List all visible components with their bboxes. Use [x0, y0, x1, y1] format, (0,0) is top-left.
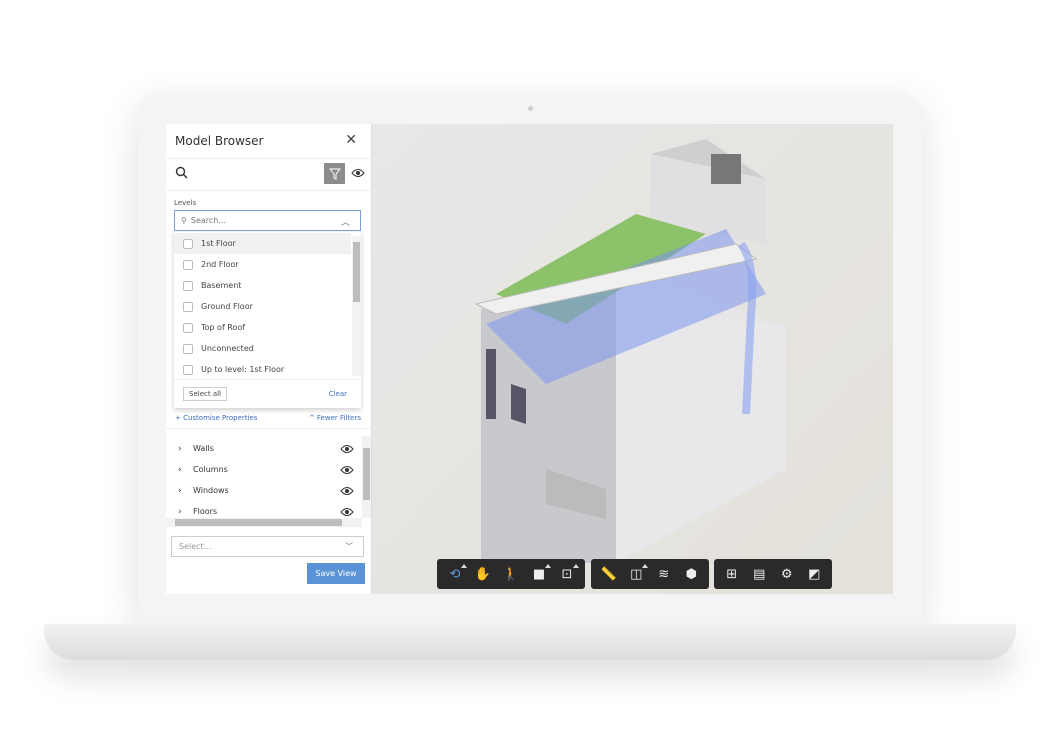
layers-icon[interactable]: ≋ [651, 567, 677, 582]
level-label: Ground Floor [201, 302, 253, 311]
scrollbar-thumb[interactable] [353, 242, 360, 302]
filter-icon [328, 168, 341, 180]
tree-item-walls[interactable]: › Walls [166, 438, 362, 459]
levels-scrollbar[interactable] [352, 236, 361, 376]
checkbox[interactable] [183, 280, 193, 291]
level-label: 2nd Floor [201, 260, 239, 269]
chevron-up-icon[interactable]: ︿ [341, 215, 350, 228]
view-select-placeholder: Select... [179, 542, 212, 551]
checkbox[interactable] [183, 301, 193, 312]
checkbox[interactable] [183, 364, 193, 375]
laptop-base [44, 624, 1016, 660]
chevron-right-icon[interactable]: › [178, 465, 190, 475]
filter-button[interactable] [324, 163, 345, 184]
fullscreen-icon[interactable]: ◩ [801, 567, 827, 582]
level-option[interactable]: Basement [174, 275, 351, 296]
chevron-right-icon[interactable]: › [178, 444, 190, 454]
close-icon[interactable]: ✕ [345, 132, 357, 148]
settings-toolbar: ⊞ ▤ ⚙ ◩ [714, 559, 832, 589]
level-option[interactable]: Up to level: 1st Floor [174, 359, 351, 380]
orbit-icon[interactable]: ⟲ [442, 563, 468, 582]
fewer-filters-link[interactable]: ^ Fewer Filters [309, 414, 361, 422]
visibility-eye-icon[interactable] [340, 486, 354, 496]
tree-item-label: Windows [193, 486, 229, 495]
divider [166, 428, 372, 429]
first-person-icon[interactable]: 🚶 [498, 567, 524, 582]
level-label: Top of Roof [201, 323, 246, 332]
laptop-camera [528, 106, 533, 111]
model-browser-panel: Model Browser ✕ Levels ⚲ Search... ︿ 1st F… [166, 124, 372, 594]
visibility-eye-icon[interactable] [340, 507, 354, 517]
level-option[interactable]: Ground Floor [174, 296, 351, 317]
pan-hand-icon[interactable]: ✋ [470, 567, 496, 582]
level-option[interactable]: 2nd Floor [174, 254, 351, 275]
level-label: 1st Floor [201, 239, 236, 248]
explode-model-icon[interactable]: ⬢ [678, 567, 704, 582]
viewer-screen: Model Browser ✕ Levels ⚲ Search... ︿ 1st F… [166, 124, 893, 594]
tree-item-label: Columns [193, 465, 228, 474]
clear-button[interactable]: Clear [329, 390, 347, 398]
dropdown-footer: Select all Clear [174, 379, 361, 408]
level-label: Unconnected [201, 344, 254, 353]
view-select[interactable]: Select... ﹀ [171, 536, 364, 557]
settings-gear-icon[interactable]: ⚙ [774, 567, 800, 582]
customise-properties-link[interactable]: + Customise Properties [175, 414, 257, 422]
checkbox[interactable] [183, 343, 193, 354]
search-icon: ⚲ [181, 216, 187, 225]
tree-item-columns[interactable]: › Columns [166, 459, 362, 480]
divider [166, 190, 372, 191]
tree-item-label: Floors [193, 507, 218, 516]
fit-view-icon[interactable]: ⊡ [554, 563, 580, 582]
level-option[interactable]: Unconnected [174, 338, 351, 359]
search-icon[interactable] [175, 166, 189, 180]
levels-search-placeholder: Search... [190, 216, 226, 225]
divider [166, 158, 372, 159]
checkbox[interactable] [183, 322, 193, 333]
scrollbar-thumb[interactable] [175, 519, 342, 526]
levels-label: Levels [174, 199, 197, 207]
level-label: Up to level: 1st Floor [201, 365, 285, 374]
tree-item-windows[interactable]: › Windows [166, 480, 362, 501]
visibility-eye-icon[interactable] [351, 168, 365, 178]
select-all-button[interactable]: Select all [183, 387, 227, 401]
model-tools-toolbar: 📏 ◫ ≋ ⬢ [591, 559, 709, 589]
chevron-down-icon: ﹀ [345, 542, 353, 551]
level-option[interactable]: Top of Roof [174, 317, 351, 338]
panel-title: Model Browser [175, 134, 264, 148]
tree-horizontal-scrollbar[interactable] [166, 518, 362, 527]
navigation-toolbar: ⟲ ✋ 🚶 ■ ⊡ [437, 559, 585, 589]
chevron-right-icon[interactable]: › [178, 507, 190, 517]
chevron-right-icon[interactable]: › [178, 486, 190, 496]
levels-search-input[interactable]: ⚲ Search... ︿ [174, 210, 361, 231]
checkbox[interactable] [183, 259, 193, 270]
level-label: Basement [201, 281, 242, 290]
visibility-eye-icon[interactable] [340, 444, 354, 454]
levels-dropdown: 1st Floor 2nd Floor Basement Ground Floo… [174, 232, 361, 408]
measure-icon[interactable]: 📏 [596, 567, 622, 582]
scrollbar-thumb[interactable] [363, 448, 370, 500]
level-option[interactable]: 1st Floor [174, 233, 351, 254]
save-view-button[interactable]: Save View [307, 563, 365, 584]
properties-icon[interactable]: ▤ [746, 567, 772, 582]
visibility-eye-icon[interactable] [340, 465, 354, 475]
camera-icon[interactable]: ■ [526, 563, 552, 582]
section-box-icon[interactable]: ◫ [623, 563, 649, 582]
tree-item-label: Walls [193, 444, 214, 453]
tree-vertical-scrollbar[interactable] [362, 436, 371, 518]
model-tree-icon[interactable]: ⊞ [719, 567, 745, 582]
checkbox[interactable] [183, 238, 193, 249]
